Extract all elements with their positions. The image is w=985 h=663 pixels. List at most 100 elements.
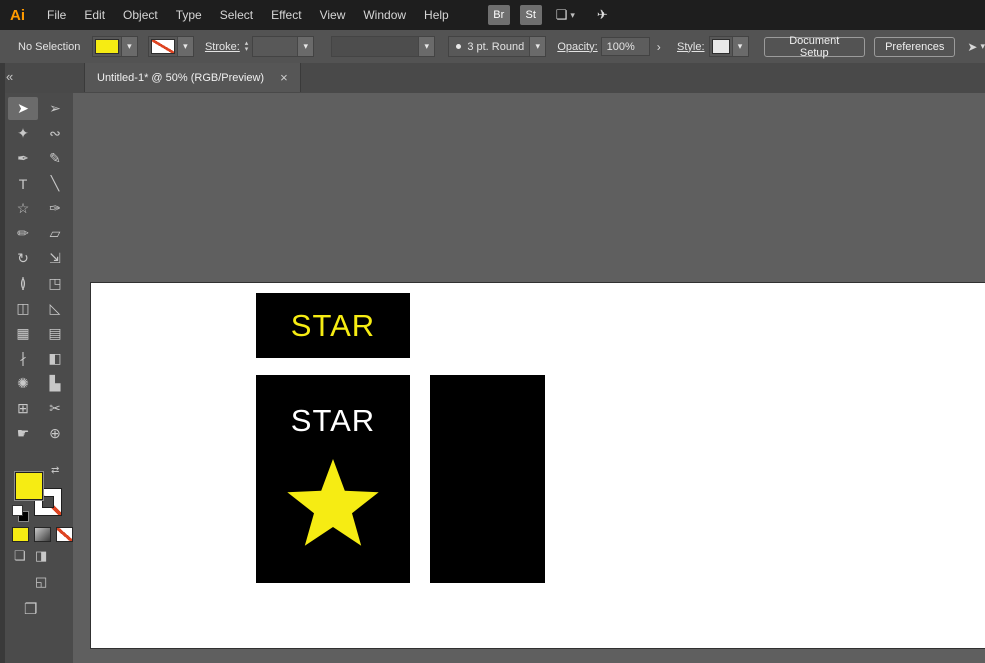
- shape-builder-tool[interactable]: ◫: [8, 297, 38, 320]
- opacity-slider-arrow-icon[interactable]: ›: [651, 37, 666, 56]
- fill-color-dropdown[interactable]: ▾: [92, 36, 138, 57]
- paintbrush-tool[interactable]: ✑: [40, 197, 70, 220]
- rotate-tool[interactable]: ↻: [8, 247, 38, 270]
- screen-mode-icon[interactable]: ◱: [35, 574, 47, 590]
- poster-rectangle[interactable]: STAR: [256, 375, 410, 583]
- menu-view[interactable]: View: [311, 0, 355, 30]
- paintbrush-icon: ✑: [49, 200, 61, 217]
- menu-bar: Ai File Edit Object Type Select Effect V…: [0, 0, 985, 30]
- swap-fill-stroke-icon[interactable]: ⇄: [51, 465, 59, 476]
- gpu-performance-icon[interactable]: ✈: [597, 7, 608, 23]
- stock-button[interactable]: St: [520, 5, 542, 25]
- pen-tool[interactable]: ✒: [8, 147, 38, 170]
- column-graph-tool[interactable]: ▙: [40, 372, 70, 395]
- header-rectangle[interactable]: STAR: [256, 293, 410, 358]
- zoom-tool[interactable]: ⊕: [40, 422, 70, 445]
- yellow-star-shape[interactable]: [278, 455, 388, 555]
- free-transform-icon: ◳: [48, 275, 61, 292]
- scale-icon: ⇲: [49, 250, 61, 267]
- selection-tool-icon: ➤: [17, 100, 29, 117]
- menu-help[interactable]: Help: [415, 0, 458, 30]
- workspace-switcher-icon[interactable]: ❏ ▾: [556, 7, 575, 23]
- line-segment-tool[interactable]: ╲: [40, 172, 70, 195]
- close-icon[interactable]: ×: [280, 70, 288, 85]
- illustrator-window: Ai File Edit Object Type Select Effect V…: [0, 0, 985, 663]
- brush-definition-dropdown[interactable]: 3 pt. Round ▾: [448, 36, 546, 57]
- stroke-weight-label[interactable]: Stroke:: [205, 41, 240, 53]
- draw-inside-icon[interactable]: ◨: [35, 548, 47, 564]
- header-star-text: STAR: [291, 308, 375, 344]
- chevron-down-icon: ▾: [732, 37, 748, 56]
- workspace-icon: ❏: [556, 7, 568, 23]
- chevron-down-icon: ▾: [121, 37, 137, 56]
- eyedropper-tool[interactable]: ∤: [8, 347, 38, 370]
- chevron-down-icon: ▾: [529, 37, 545, 56]
- slice-tool[interactable]: ✂: [40, 397, 70, 420]
- menu-object[interactable]: Object: [114, 0, 167, 30]
- style-label[interactable]: Style:: [677, 41, 705, 53]
- default-fill-mini: [12, 505, 23, 516]
- opacity-label[interactable]: Opacity:: [557, 41, 597, 53]
- width-profile-dropdown[interactable]: ▾: [331, 36, 435, 57]
- curvature-tool[interactable]: ✎: [40, 147, 70, 170]
- perspective-grid-tool[interactable]: ◺: [40, 297, 70, 320]
- stepper-down-icon: ▾: [245, 47, 249, 53]
- stroke-none-swatch-icon: [151, 39, 175, 54]
- mesh-tool[interactable]: ▦: [8, 322, 38, 345]
- panels-icon[interactable]: ❐: [24, 600, 37, 618]
- eraser-tool[interactable]: ▱: [40, 222, 70, 245]
- preferences-button[interactable]: Preferences: [874, 37, 955, 57]
- gradient-tool[interactable]: ▤: [40, 322, 70, 345]
- style-swatch-icon: [712, 39, 730, 54]
- paint-mode-buttons: [12, 527, 73, 542]
- symbol-sprayer-tool[interactable]: ✺: [8, 372, 38, 395]
- menu-edit[interactable]: Edit: [75, 0, 114, 30]
- select-similar-dropdown[interactable]: ➤ ▾: [967, 40, 985, 54]
- shaper-tool[interactable]: ✏: [8, 222, 38, 245]
- opacity-field[interactable]: 100%: [601, 37, 651, 56]
- solid-black-rectangle[interactable]: [430, 375, 545, 583]
- magic-wand-tool[interactable]: ✦: [8, 122, 38, 145]
- stroke-weight-dropdown[interactable]: ▾: [252, 36, 314, 57]
- width-icon: ≬: [20, 275, 27, 292]
- menu-file[interactable]: File: [38, 0, 75, 30]
- artboard-tool[interactable]: ⊞: [8, 397, 38, 420]
- chevron-down-icon: ▾: [297, 37, 313, 56]
- none-mode-button[interactable]: [56, 527, 73, 542]
- chevron-down-icon: ▾: [980, 41, 985, 52]
- width-tool[interactable]: ≬: [8, 272, 38, 295]
- star-shape-tool[interactable]: ☆: [8, 197, 38, 220]
- free-transform-tool[interactable]: ◳: [40, 272, 70, 295]
- blend-tool[interactable]: ◧: [40, 347, 70, 370]
- fill-swatch[interactable]: [15, 472, 43, 500]
- bridge-button[interactable]: Br: [488, 5, 510, 25]
- gradient-icon: ▤: [48, 325, 61, 342]
- default-fill-stroke-icon[interactable]: [12, 505, 28, 521]
- collapse-dock-icon[interactable]: «: [6, 69, 13, 84]
- hand-tool[interactable]: ☛: [8, 422, 38, 445]
- type-tool[interactable]: T: [8, 172, 38, 195]
- menu-window[interactable]: Window: [354, 0, 415, 30]
- artboard[interactable]: STAR STAR: [91, 283, 985, 648]
- document-setup-button[interactable]: Document Setup: [764, 37, 866, 57]
- stroke-weight-stepper[interactable]: ▴ ▾: [245, 41, 249, 53]
- symbol-sprayer-icon: ✺: [17, 375, 29, 392]
- chevron-down-icon: ▾: [570, 10, 575, 21]
- gradient-mode-button[interactable]: [34, 527, 51, 542]
- selection-tool[interactable]: ➤: [8, 97, 38, 120]
- stroke-color-dropdown[interactable]: ▾: [148, 36, 194, 57]
- scale-tool[interactable]: ⇲: [40, 247, 70, 270]
- direct-selection-tool[interactable]: ➢: [40, 97, 70, 120]
- color-mode-button[interactable]: [12, 527, 29, 542]
- eraser-icon: ▱: [50, 225, 61, 242]
- width-profile-value: [332, 38, 418, 55]
- draw-normal-icon[interactable]: ❏: [14, 548, 26, 564]
- canvas[interactable]: STAR STAR: [73, 93, 985, 663]
- document-tab[interactable]: Untitled-1* @ 50% (RGB/Preview) ×: [84, 63, 301, 92]
- style-dropdown[interactable]: ▾: [709, 36, 749, 57]
- brush-name: 3 pt. Round: [467, 41, 529, 53]
- menu-effect[interactable]: Effect: [262, 0, 310, 30]
- menu-type[interactable]: Type: [167, 0, 211, 30]
- lasso-tool[interactable]: ∾: [40, 122, 70, 145]
- menu-select[interactable]: Select: [211, 0, 262, 30]
